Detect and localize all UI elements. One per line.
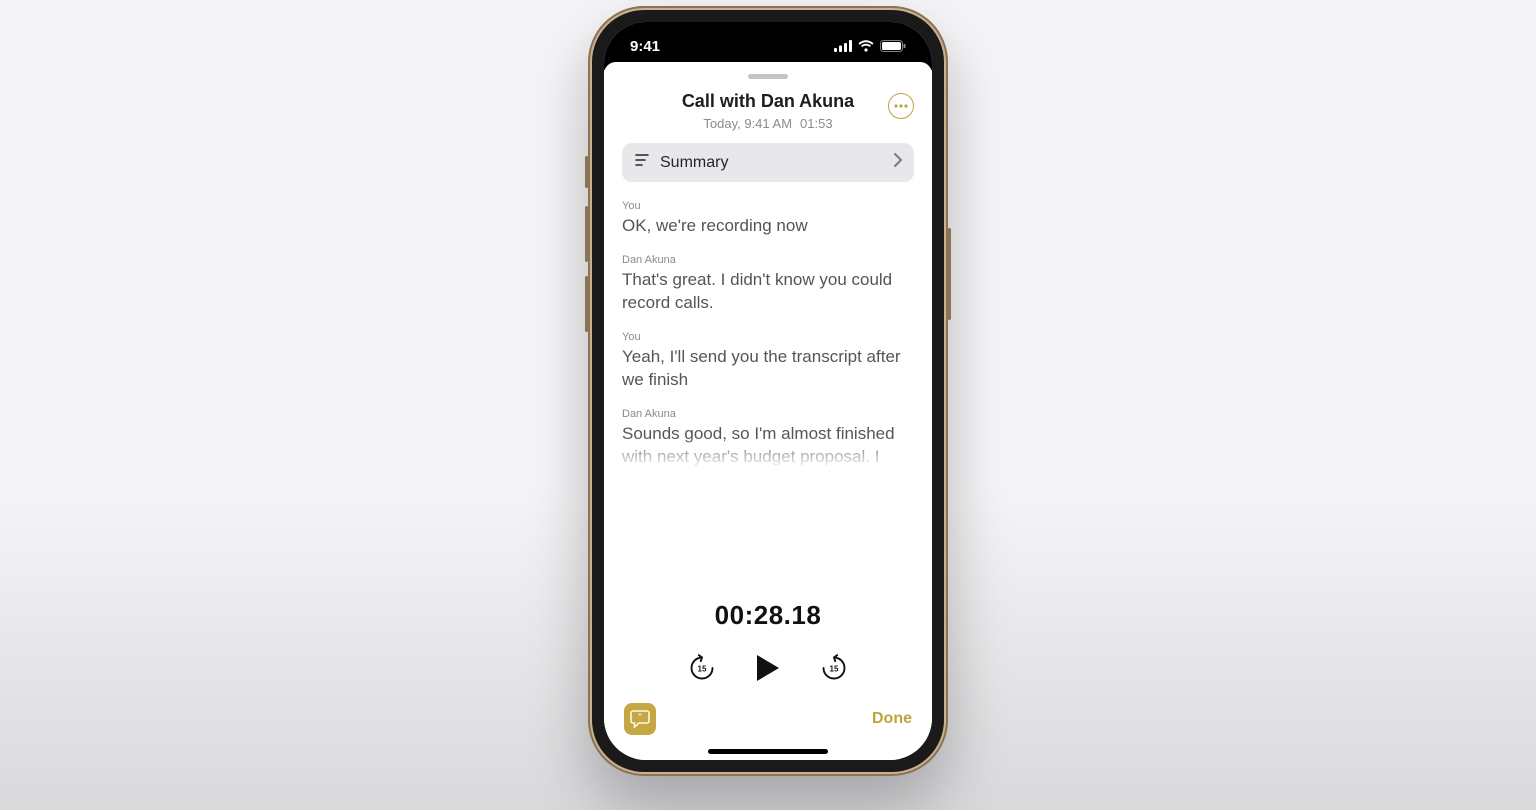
power-button — [948, 228, 951, 320]
play-icon — [755, 653, 781, 683]
transcript-entry: You Yeah, I'll send you the transcript a… — [622, 331, 914, 392]
skip-back-15-button[interactable]: 15 — [687, 653, 717, 683]
sheet-grabber[interactable] — [748, 74, 788, 79]
recording-sheet: Call with Dan Akuna Today, 9:41 AM 01:53… — [604, 62, 932, 760]
transcript-entry: Dan Akuna Sounds good, so I'm almost fin… — [622, 408, 914, 469]
play-button[interactable] — [751, 651, 785, 685]
svg-text:15: 15 — [830, 665, 839, 674]
home-indicator[interactable] — [708, 749, 828, 754]
dynamic-island — [718, 32, 818, 60]
volume-down-button — [585, 276, 588, 332]
volume-up-button — [585, 206, 588, 262]
done-button[interactable]: Done — [872, 710, 912, 728]
battery-icon — [880, 40, 906, 52]
summary-icon — [634, 153, 650, 172]
transcript-entry: You OK, we're recording now — [622, 200, 914, 238]
recording-title: Call with Dan Akuna — [624, 91, 912, 112]
recording-duration: 01:53 — [800, 116, 833, 131]
wifi-icon — [858, 40, 874, 52]
svg-text:”: ” — [638, 713, 642, 722]
summary-row[interactable]: Summary — [622, 143, 914, 182]
transcript-entry: Dan Akuna That's great. I didn't know yo… — [622, 254, 914, 315]
chevron-right-icon — [894, 153, 902, 172]
playback-timecode: 00:28.18 — [622, 600, 914, 631]
ellipsis-icon — [894, 104, 908, 108]
side-button — [585, 156, 588, 188]
transcript-area[interactable]: You OK, we're recording now Dan Akuna Th… — [604, 182, 932, 594]
speech-bubble-icon: ” — [630, 710, 650, 728]
skip-forward-15-button[interactable]: 15 — [819, 653, 849, 683]
cellular-icon — [834, 40, 852, 52]
recording-date: Today, 9:41 AM — [703, 116, 792, 131]
transcript-view-button[interactable]: ” — [624, 703, 656, 735]
summary-label: Summary — [660, 154, 884, 172]
svg-text:15: 15 — [698, 665, 707, 674]
more-options-button[interactable] — [888, 93, 914, 119]
phone-frame: 9:41 Call with Dan Akuna — [588, 6, 948, 776]
status-time: 9:41 — [630, 38, 660, 55]
player-controls: 00:28.18 15 — [604, 594, 932, 699]
